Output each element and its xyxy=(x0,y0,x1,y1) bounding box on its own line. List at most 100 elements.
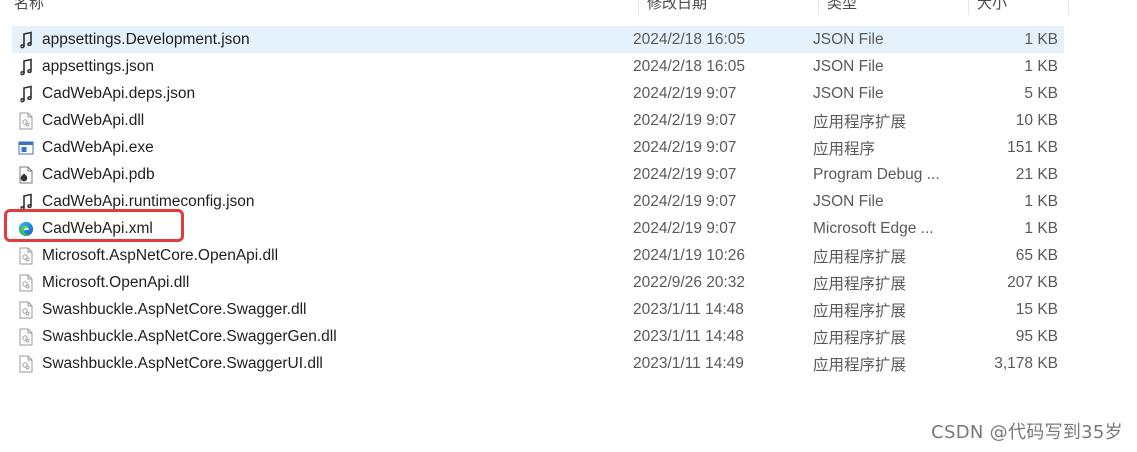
edge-icon xyxy=(18,220,34,238)
file-name: CadWebApi.pdb xyxy=(42,165,155,183)
file-date: 2024/2/19 9:07 xyxy=(633,192,737,210)
file-size: 3,178 KB xyxy=(994,354,1058,372)
file-size: 65 KB xyxy=(1015,246,1058,264)
file-type: Microsoft Edge ... xyxy=(813,219,934,237)
file-row[interactable]: CadWebApi.deps.json 2024/2/19 9:07 JSON Fi… xyxy=(12,80,1064,107)
column-header: 名称 修改日期 类型 大小 xyxy=(0,0,1069,15)
column-header-size-label: 大小 xyxy=(977,0,1008,12)
file-type: JSON File xyxy=(813,57,884,75)
file-type: JSON File xyxy=(813,30,884,48)
file-size: 5 KB xyxy=(1024,84,1058,102)
file-type: JSON File xyxy=(813,192,884,210)
json-file-icon xyxy=(18,85,34,103)
pdb-file-icon xyxy=(18,166,34,184)
file-name: CadWebApi.dll xyxy=(42,111,145,129)
file-name: Swashbuckle.AspNetCore.SwaggerGen.dll xyxy=(42,327,337,345)
file-name-cell: Microsoft.OpenApi.dll xyxy=(12,274,633,292)
file-name: Microsoft.AspNetCore.OpenApi.dll xyxy=(42,246,279,264)
column-header-size[interactable]: 大小 xyxy=(969,0,1069,15)
file-date: 2023/1/11 14:49 xyxy=(633,354,744,372)
dll-file-icon xyxy=(18,112,34,130)
file-name-cell: CadWebApi.deps.json xyxy=(12,85,633,103)
file-name: CadWebApi.xml xyxy=(42,219,153,237)
file-row[interactable]: Swashbuckle.AspNetCore.SwaggerUI.dll 2023… xyxy=(12,350,1064,377)
dll-file-icon xyxy=(18,355,34,373)
file-size: 1 KB xyxy=(1024,219,1058,237)
file-name: appsettings.json xyxy=(42,57,155,75)
file-name: CadWebApi.deps.json xyxy=(42,84,196,102)
file-name-cell: Swashbuckle.AspNetCore.Swagger.dll xyxy=(12,301,633,319)
file-type: 应用程序扩展 xyxy=(813,329,907,347)
file-size: 95 KB xyxy=(1015,327,1058,345)
file-name-cell: CadWebApi.dll xyxy=(12,112,633,130)
dll-file-icon xyxy=(18,274,34,292)
file-date: 2024/2/19 9:07 xyxy=(633,219,737,237)
file-date: 2023/1/11 14:48 xyxy=(633,300,744,318)
json-file-icon xyxy=(18,31,34,49)
file-date: 2024/2/18 16:05 xyxy=(633,30,746,48)
file-name-cell: Swashbuckle.AspNetCore.SwaggerGen.dll xyxy=(12,328,633,346)
file-list: appsettings.Development.json 2024/2/18 16… xyxy=(12,26,1064,377)
dll-file-icon xyxy=(18,301,34,319)
file-row[interactable]: Microsoft.AspNetCore.OpenApi.dll 2024/1/1… xyxy=(12,242,1064,269)
json-file-icon xyxy=(18,193,34,211)
file-name: CadWebApi.runtimeconfig.json xyxy=(42,192,255,210)
file-date: 2024/2/18 16:05 xyxy=(633,57,746,75)
file-name: Microsoft.OpenApi.dll xyxy=(42,273,190,291)
file-row[interactable]: appsettings.Development.json 2024/2/18 16… xyxy=(12,26,1064,53)
file-row[interactable]: Microsoft.OpenApi.dll 2022/9/26 20:32 应用程序… xyxy=(12,269,1064,296)
dll-file-icon xyxy=(18,247,34,265)
watermark: CSDN @代码写到35岁 xyxy=(931,422,1123,443)
json-file-icon xyxy=(18,58,34,76)
file-name-cell: appsettings.Development.json xyxy=(12,31,633,49)
file-row[interactable]: CadWebApi.pdb 2024/2/19 9:07 Program Debug… xyxy=(12,161,1064,188)
file-date: 2024/2/19 9:07 xyxy=(633,84,737,102)
column-header-type-label: 类型 xyxy=(827,0,858,12)
file-type: 应用程序扩展 xyxy=(813,275,907,293)
file-name-cell: CadWebApi.exe xyxy=(12,139,633,157)
file-name: Swashbuckle.AspNetCore.Swagger.dll xyxy=(42,300,307,318)
file-type: 应用程序扩展 xyxy=(813,113,907,131)
file-type: 应用程序扩展 xyxy=(813,248,907,266)
file-row[interactable]: CadWebApi.runtimeconfig.json 2024/2/19 9:… xyxy=(12,188,1064,215)
file-size: 1 KB xyxy=(1024,57,1058,75)
file-name-cell: CadWebApi.xml xyxy=(12,220,633,238)
file-name-cell: CadWebApi.pdb xyxy=(12,166,633,184)
file-row[interactable]: CadWebApi.xml 2024/2/19 9:07 Microsoft Edg… xyxy=(12,215,1064,242)
file-row[interactable]: Swashbuckle.AspNetCore.Swagger.dll 2023/1… xyxy=(12,296,1064,323)
file-size: 1 KB xyxy=(1024,192,1058,210)
file-date: 2024/1/19 10:26 xyxy=(633,246,746,264)
file-row[interactable]: Swashbuckle.AspNetCore.SwaggerGen.dll 202… xyxy=(12,323,1064,350)
file-date: 2023/1/11 14:48 xyxy=(633,327,744,345)
file-size: 10 KB xyxy=(1015,111,1058,129)
exe-file-icon xyxy=(18,139,34,157)
file-name: CadWebApi.exe xyxy=(42,138,154,156)
file-type: 应用程序扩展 xyxy=(813,356,907,374)
file-row[interactable]: CadWebApi.dll 2024/2/19 9:07 应用程序扩展 10 KB xyxy=(12,107,1064,134)
file-type: JSON File xyxy=(813,84,884,102)
column-header-name-label: 名称 xyxy=(14,0,45,12)
file-name-cell: appsettings.json xyxy=(12,58,633,76)
file-type: Program Debug ... xyxy=(813,165,940,183)
column-header-name[interactable]: 名称 xyxy=(0,0,639,15)
file-size: 21 KB xyxy=(1015,165,1058,183)
file-date: 2022/9/26 20:32 xyxy=(633,273,746,291)
file-date: 2024/2/19 9:07 xyxy=(633,165,737,183)
file-name-cell: Microsoft.AspNetCore.OpenApi.dll xyxy=(12,247,633,265)
file-date: 2024/2/19 9:07 xyxy=(633,111,737,129)
file-name: appsettings.Development.json xyxy=(42,30,250,48)
file-size: 15 KB xyxy=(1015,300,1058,318)
file-row[interactable]: CadWebApi.exe 2024/2/19 9:07 应用程序 151 KB xyxy=(12,134,1064,161)
column-header-type[interactable]: 类型 xyxy=(819,0,969,15)
file-row[interactable]: appsettings.json 2024/2/18 16:05 JSON File… xyxy=(12,53,1064,80)
file-name-cell: CadWebApi.runtimeconfig.json xyxy=(12,193,633,211)
file-size: 207 KB xyxy=(1007,273,1058,291)
dll-file-icon xyxy=(18,328,34,346)
file-name: Swashbuckle.AspNetCore.SwaggerUI.dll xyxy=(42,354,323,372)
file-size: 1 KB xyxy=(1024,30,1058,48)
column-header-date[interactable]: 修改日期 xyxy=(639,0,819,15)
file-type: 应用程序扩展 xyxy=(813,302,907,320)
file-type: 应用程序 xyxy=(813,140,876,158)
file-size: 151 KB xyxy=(1007,138,1058,156)
file-date: 2024/2/19 9:07 xyxy=(633,138,737,156)
